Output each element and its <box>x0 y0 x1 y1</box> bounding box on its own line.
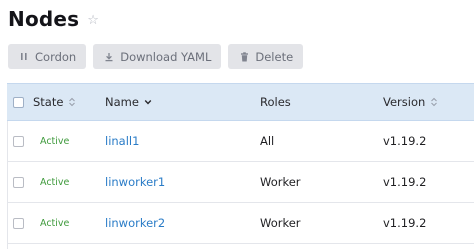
select-all-checkbox[interactable] <box>13 96 24 108</box>
version-cell: v1.19.2 <box>383 121 426 161</box>
roles-cell: Worker <box>260 162 301 202</box>
table-row: Active linworker1 Worker v1.19.2 <box>7 162 474 203</box>
roles-cell: Worker <box>260 203 301 243</box>
version-value: v1.19.2 <box>383 216 427 230</box>
bulk-actions-toolbar: Cordon Download YAML Delete <box>8 44 310 69</box>
state-cell: Active <box>33 121 69 161</box>
roles-value: Worker <box>260 216 301 230</box>
column-header-state[interactable]: State <box>33 84 76 120</box>
column-label-roles: Roles <box>260 95 291 109</box>
node-link[interactable]: linworker1 <box>105 175 165 189</box>
table-row: Active linall1 All v1.19.2 <box>7 121 474 162</box>
roles-value: All <box>260 134 275 148</box>
version-value: v1.19.2 <box>383 134 427 148</box>
delete-label: Delete <box>255 49 294 64</box>
row-select-cell <box>13 203 24 243</box>
column-header-version[interactable]: Version <box>383 84 438 120</box>
version-value: v1.19.2 <box>383 175 427 189</box>
node-link[interactable]: linworker2 <box>105 216 165 230</box>
download-yaml-button[interactable]: Download YAML <box>93 44 222 69</box>
column-label-name: Name <box>105 95 139 109</box>
version-cell: v1.19.2 <box>383 203 426 243</box>
name-cell: linworker2 <box>105 203 165 243</box>
star-icon[interactable]: ☆ <box>87 13 99 28</box>
pause-icon <box>18 52 30 61</box>
page-header: Nodes ☆ <box>8 4 99 34</box>
row-select-cell <box>13 121 24 161</box>
node-link[interactable]: linall1 <box>105 134 139 148</box>
sort-icon <box>68 97 76 107</box>
version-cell: v1.19.2 <box>383 162 426 202</box>
sort-descending-icon <box>144 97 152 107</box>
download-yaml-label: Download YAML <box>120 49 212 64</box>
roles-cell: All <box>260 121 274 161</box>
name-cell: linall1 <box>105 121 139 161</box>
row-checkbox[interactable] <box>13 135 24 147</box>
name-cell: linworker1 <box>105 162 165 202</box>
roles-value: Worker <box>260 175 301 189</box>
column-label-version: Version <box>383 95 426 109</box>
download-icon <box>103 52 115 62</box>
column-label-state: State <box>33 95 64 109</box>
select-all-cell <box>13 84 24 120</box>
row-checkbox[interactable] <box>13 176 24 188</box>
trash-icon <box>238 51 250 62</box>
page-title: Nodes <box>8 7 80 31</box>
cordon-button[interactable]: Cordon <box>8 44 87 69</box>
table-row: Active linworker2 Worker v1.19.2 <box>7 203 474 244</box>
nodes-page: Nodes ☆ Cordon Download YAML Delete Stat… <box>0 0 474 249</box>
sort-icon <box>430 97 438 107</box>
table-header: State Name Roles Version <box>7 83 474 121</box>
delete-button[interactable]: Delete <box>228 44 304 69</box>
column-header-name[interactable]: Name <box>105 84 152 120</box>
nodes-table: State Name Roles Version Active linall1 … <box>7 83 474 244</box>
row-select-cell <box>13 162 24 202</box>
column-header-roles: Roles <box>260 84 291 120</box>
status-badge: Active <box>40 217 70 229</box>
row-checkbox[interactable] <box>13 217 24 229</box>
cordon-label: Cordon <box>35 49 77 64</box>
status-badge: Active <box>40 135 70 147</box>
status-badge: Active <box>40 176 70 188</box>
state-cell: Active <box>33 203 69 243</box>
state-cell: Active <box>33 162 69 202</box>
